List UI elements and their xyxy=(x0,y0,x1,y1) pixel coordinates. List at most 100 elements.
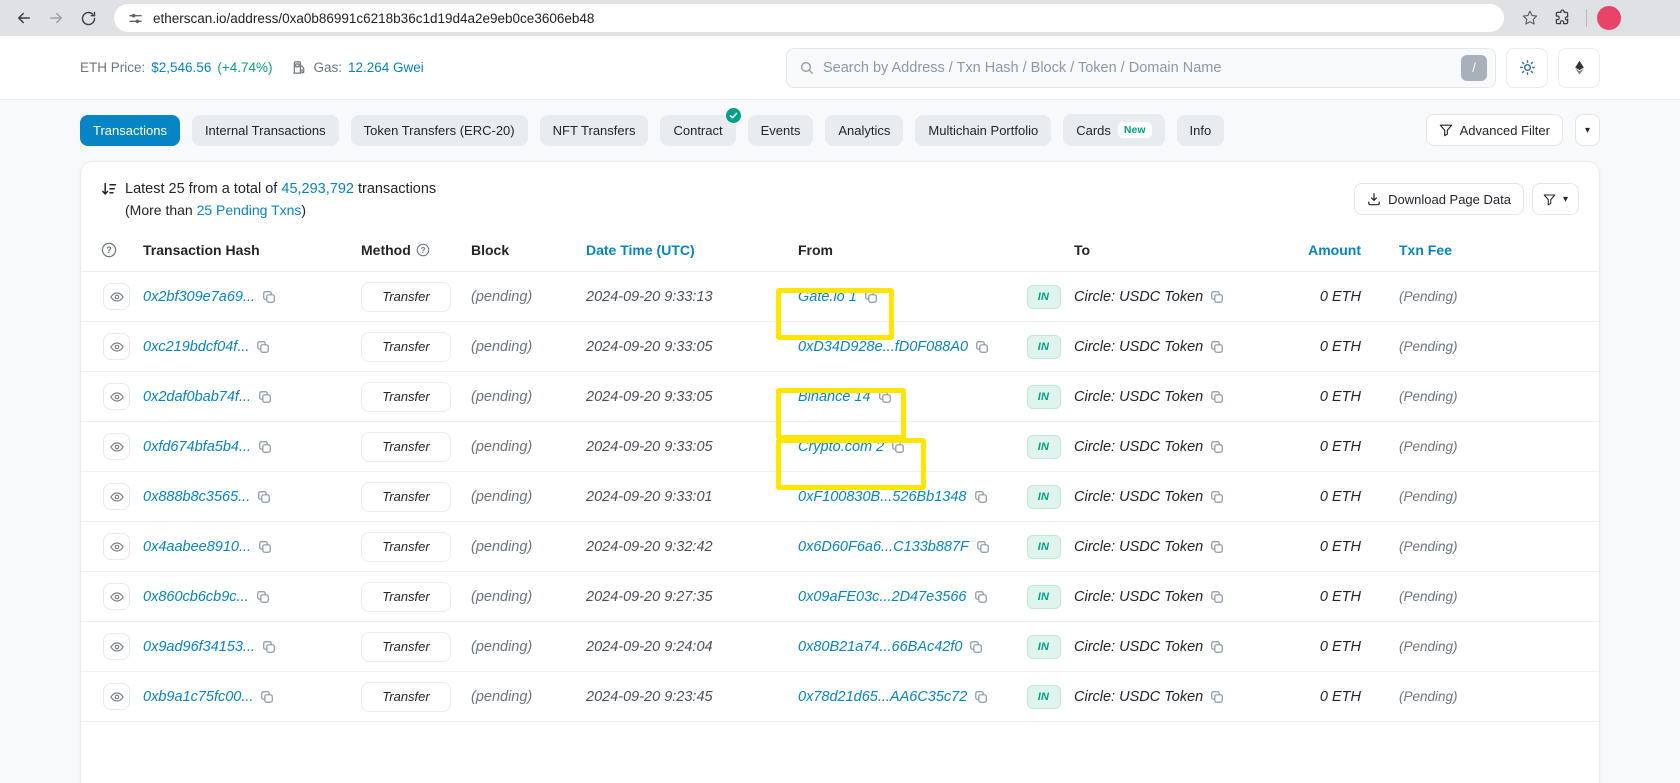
advanced-filter-button[interactable]: Advanced Filter xyxy=(1425,114,1563,146)
eye-button[interactable] xyxy=(103,433,130,460)
method-button[interactable]: Transfer xyxy=(361,681,451,712)
from-link[interactable]: 0xD34D928e...fD0F088A0 xyxy=(798,339,968,355)
to-link[interactable]: Circle: USDC Token xyxy=(1074,439,1203,455)
method-button[interactable]: Transfer xyxy=(361,431,451,462)
from-link[interactable]: 0x6D60F6a6...C133b887F xyxy=(798,539,969,555)
tab-internal-transactions[interactable]: Internal Transactions xyxy=(191,114,339,146)
method-button[interactable]: Transfer xyxy=(361,331,451,362)
copy-icon[interactable] xyxy=(974,590,988,604)
eth-price-value[interactable]: $2,546.56 xyxy=(151,60,211,75)
from-link[interactable]: Binance 14 xyxy=(798,389,871,405)
theme-toggle-button[interactable] xyxy=(1506,47,1548,88)
bookmark-star-button[interactable] xyxy=(1516,4,1544,32)
tab-token-transfers[interactable]: Token Transfers (ERC-20) xyxy=(350,114,528,146)
tab-cards[interactable]: Cards New xyxy=(1063,114,1165,146)
copy-icon[interactable] xyxy=(258,440,272,454)
to-link[interactable]: Circle: USDC Token xyxy=(1074,689,1203,705)
eye-button[interactable] xyxy=(103,683,130,710)
header-amount[interactable]: Amount xyxy=(1301,242,1361,258)
method-button[interactable]: Transfer xyxy=(361,281,451,312)
copy-icon[interactable] xyxy=(257,490,271,504)
forward-button[interactable] xyxy=(42,4,70,32)
copy-icon[interactable] xyxy=(975,340,989,354)
from-link[interactable]: 0x78d21d65...AA6C35c72 xyxy=(798,689,967,705)
from-link[interactable]: Gate.io 1 xyxy=(798,289,857,305)
copy-icon[interactable] xyxy=(258,540,272,554)
extensions-button[interactable] xyxy=(1548,4,1576,32)
copy-icon[interactable] xyxy=(1210,390,1224,404)
copy-icon[interactable] xyxy=(878,390,892,404)
tab-analytics[interactable]: Analytics xyxy=(825,114,904,146)
method-button[interactable]: Transfer xyxy=(361,581,451,612)
method-button[interactable]: Transfer xyxy=(361,481,451,512)
eye-button[interactable] xyxy=(103,383,130,410)
address-bar[interactable]: etherscan.io/address/0xa0b86991c6218b36c… xyxy=(114,4,1504,32)
copy-icon[interactable] xyxy=(262,640,276,654)
to-link[interactable]: Circle: USDC Token xyxy=(1074,389,1203,405)
copy-icon[interactable] xyxy=(1210,440,1224,454)
method-button[interactable]: Transfer xyxy=(361,531,451,562)
txn-hash-link[interactable]: 0x860cb6cb9c... xyxy=(143,589,249,605)
back-button[interactable] xyxy=(10,4,38,32)
to-link[interactable]: Circle: USDC Token xyxy=(1074,539,1203,555)
txn-hash-link[interactable]: 0x2bf309e7a69... xyxy=(143,289,255,305)
copy-icon[interactable] xyxy=(1210,590,1224,604)
copy-icon[interactable] xyxy=(1210,490,1224,504)
copy-icon[interactable] xyxy=(891,440,905,454)
search-bar[interactable]: / xyxy=(786,47,1496,88)
from-link[interactable]: 0x09aFE03c...2D47e3566 xyxy=(798,589,967,605)
txn-hash-link[interactable]: 0xb9a1c75fc00... xyxy=(143,689,253,705)
eye-button[interactable] xyxy=(103,633,130,660)
download-page-data-button[interactable]: Download Page Data xyxy=(1354,183,1524,215)
to-link[interactable]: Circle: USDC Token xyxy=(1074,589,1203,605)
to-link[interactable]: Circle: USDC Token xyxy=(1074,289,1203,305)
to-link[interactable]: Circle: USDC Token xyxy=(1074,489,1203,505)
tab-info[interactable]: Info xyxy=(1176,114,1225,146)
eye-button[interactable] xyxy=(103,483,130,510)
copy-icon[interactable] xyxy=(262,290,276,304)
copy-icon[interactable] xyxy=(256,590,270,604)
from-link[interactable]: 0x80B21a74...66BAc42f0 xyxy=(798,639,962,655)
to-link[interactable]: Circle: USDC Token xyxy=(1074,339,1203,355)
eye-button[interactable] xyxy=(103,533,130,560)
tab-multichain-portfolio[interactable]: Multichain Portfolio xyxy=(915,114,1052,146)
copy-icon[interactable] xyxy=(864,290,878,304)
copy-icon[interactable] xyxy=(969,640,983,654)
copy-icon[interactable] xyxy=(1210,290,1224,304)
eye-button[interactable] xyxy=(103,583,130,610)
copy-icon[interactable] xyxy=(1210,690,1224,704)
copy-icon[interactable] xyxy=(974,690,988,704)
reload-button[interactable] xyxy=(74,4,102,32)
tab-transactions[interactable]: Transactions xyxy=(80,114,180,146)
filter-dropdown-button[interactable]: ▾ xyxy=(1574,114,1600,146)
txn-hash-link[interactable]: 0x4aabee8910... xyxy=(143,539,251,555)
copy-icon[interactable] xyxy=(258,390,272,404)
table-filter-button[interactable]: ▾ xyxy=(1531,183,1579,215)
header-date-time[interactable]: Date Time (UTC) xyxy=(586,242,774,258)
header-txn-fee[interactable]: Txn Fee xyxy=(1361,242,1511,258)
txn-hash-link[interactable]: 0x888b8c3565... xyxy=(143,489,250,505)
gas-value[interactable]: 12.264 Gwei xyxy=(348,60,424,75)
copy-icon[interactable] xyxy=(976,540,990,554)
from-link[interactable]: Crypto.com 2 xyxy=(798,439,884,455)
txn-hash-link[interactable]: 0xc219bdcf04f... xyxy=(143,339,249,355)
copy-icon[interactable] xyxy=(1210,540,1224,554)
copy-icon[interactable] xyxy=(256,340,270,354)
method-button[interactable]: Transfer xyxy=(361,381,451,412)
network-eth-button[interactable] xyxy=(1558,47,1600,88)
eye-button[interactable] xyxy=(103,333,130,360)
site-settings-icon[interactable] xyxy=(128,11,143,26)
txn-hash-link[interactable]: 0x2daf0bab74f... xyxy=(143,389,251,405)
tab-events[interactable]: Events xyxy=(747,114,814,146)
method-button[interactable]: Transfer xyxy=(361,631,451,662)
txn-hash-link[interactable]: 0xfd674bfa5b4... xyxy=(143,439,251,455)
copy-icon[interactable] xyxy=(260,690,274,704)
to-link[interactable]: Circle: USDC Token xyxy=(1074,639,1203,655)
from-link[interactable]: 0xF100830B...526Bb1348 xyxy=(798,489,967,505)
eye-button[interactable] xyxy=(103,283,130,310)
copy-icon[interactable] xyxy=(1210,340,1224,354)
copy-icon[interactable] xyxy=(1210,640,1224,654)
txn-hash-link[interactable]: 0x9ad96f34153... xyxy=(143,639,255,655)
copy-icon[interactable] xyxy=(974,490,988,504)
tab-contract[interactable]: Contract xyxy=(660,107,741,146)
